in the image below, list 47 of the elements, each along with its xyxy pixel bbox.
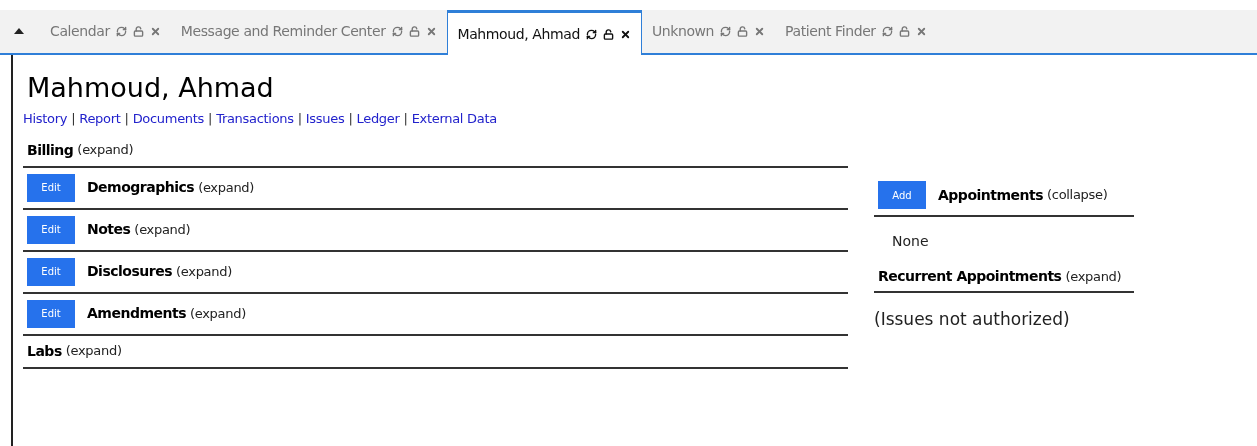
nav-link[interactable]: Report xyxy=(79,109,121,129)
tab-label: Calendar xyxy=(50,22,110,41)
section-title: Recurrent Appointments xyxy=(878,267,1062,286)
tab-label: Patient Finder xyxy=(785,22,876,41)
close-icon[interactable] xyxy=(619,28,631,40)
link-separator: | xyxy=(403,110,408,128)
expand-link[interactable]: (expand) xyxy=(77,140,134,160)
appointments-empty-text: None xyxy=(892,232,930,251)
nav-link[interactable]: Transactions xyxy=(216,109,294,129)
edit-button[interactable]: Edit xyxy=(27,299,75,328)
tab-label: Message and Reminder Center xyxy=(180,22,386,41)
issues-message: (Issues not authorized) xyxy=(874,308,1071,331)
expand-link[interactable]: (expand) xyxy=(1065,266,1122,287)
edit-button[interactable]: Add xyxy=(878,181,926,209)
nav-link[interactable]: External Data xyxy=(411,109,497,129)
section-title: Billing xyxy=(27,140,74,160)
nav-link[interactable]: Ledger xyxy=(356,109,400,129)
expand-link[interactable]: (expand) xyxy=(190,303,246,324)
section-title: Amendments xyxy=(87,304,186,323)
nav-link[interactable]: Issues xyxy=(305,109,345,129)
expand-link[interactable]: (expand) xyxy=(198,177,255,198)
expand-link[interactable]: (collapse) xyxy=(1047,185,1108,205)
nav-link[interactable]: History xyxy=(23,109,68,129)
link-separator: | xyxy=(348,110,353,128)
section-title: Notes xyxy=(87,220,131,239)
expand-link[interactable]: (expand) xyxy=(65,341,122,361)
collapse-caret-icon[interactable] xyxy=(14,28,24,34)
section-title: Appointments xyxy=(938,185,1044,205)
tab[interactable]: Mahmoud, Ahmad xyxy=(446,10,642,55)
unlock-icon[interactable] xyxy=(602,28,614,40)
patient-name: Mahmoud, Ahmad xyxy=(27,71,275,105)
expand-link[interactable]: (expand) xyxy=(176,261,232,282)
edit-button[interactable]: Edit xyxy=(27,173,75,202)
section-title: Disclosures xyxy=(87,262,172,281)
tab-label: Unknown xyxy=(651,22,715,41)
section-title: Demographics xyxy=(87,178,195,197)
edit-button[interactable]: Edit xyxy=(27,215,75,244)
section-title: Labs xyxy=(27,341,62,361)
link-separator: | xyxy=(208,110,213,128)
link-separator: | xyxy=(124,110,129,128)
nav-link[interactable]: Documents xyxy=(132,109,205,129)
tab-label: Mahmoud, Ahmad xyxy=(457,24,580,44)
link-separator: | xyxy=(71,110,76,128)
reload-icon[interactable] xyxy=(585,28,597,40)
link-separator: | xyxy=(297,110,302,128)
edit-button[interactable]: Edit xyxy=(27,257,75,286)
expand-link[interactable]: (expand) xyxy=(134,219,191,240)
